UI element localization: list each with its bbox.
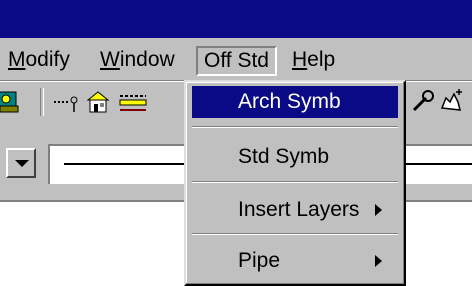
menu-item-std-symb[interactable]: Std Symb	[192, 141, 398, 173]
menu-item-arch-symb[interactable]: Arch Symb	[192, 86, 398, 118]
title-bar	[0, 0, 472, 38]
menu-off-std[interactable]: Off Std	[196, 46, 277, 76]
menu-separator	[192, 181, 398, 183]
toolbar-separator	[40, 88, 44, 116]
layer-dropdown-button[interactable]	[6, 148, 36, 178]
menu-item-std-symb-label: Std Symb	[238, 145, 330, 168]
off-std-popup-menu: Arch Symb Std Symb Insert Layers Pipe	[184, 80, 406, 286]
menu-separator	[192, 233, 398, 235]
menu-modify[interactable]: Modify	[2, 46, 76, 74]
menu-item-pipe-label: Pipe	[238, 249, 281, 272]
menu-window-label: Window	[100, 48, 175, 71]
menu-modify-label: Modify	[8, 48, 70, 71]
polyline-icon[interactable]	[52, 88, 82, 116]
submenu-arrow-icon	[375, 204, 382, 216]
pointer-hand-icon[interactable]	[436, 88, 466, 116]
network-icon[interactable]	[0, 88, 24, 116]
layer-lines-icon[interactable]	[118, 88, 148, 116]
menu-window[interactable]: Window	[94, 46, 181, 74]
menu-item-arch-symb-label: Arch Symb	[238, 90, 341, 113]
menu-off-std-label: Off Std	[204, 49, 269, 72]
submenu-arrow-icon	[375, 255, 382, 267]
menu-help-label: Help	[292, 48, 336, 71]
menu-item-pipe[interactable]: Pipe	[192, 245, 398, 277]
menu-bar: Modify Window Off Std Help	[0, 38, 472, 81]
menu-item-insert-layers[interactable]: Insert Layers	[192, 194, 398, 226]
menu-item-insert-layers-label: Insert Layers	[238, 198, 360, 221]
menu-help[interactable]: Help	[286, 46, 341, 74]
building-icon[interactable]	[84, 88, 114, 116]
menu-separator	[192, 126, 398, 128]
